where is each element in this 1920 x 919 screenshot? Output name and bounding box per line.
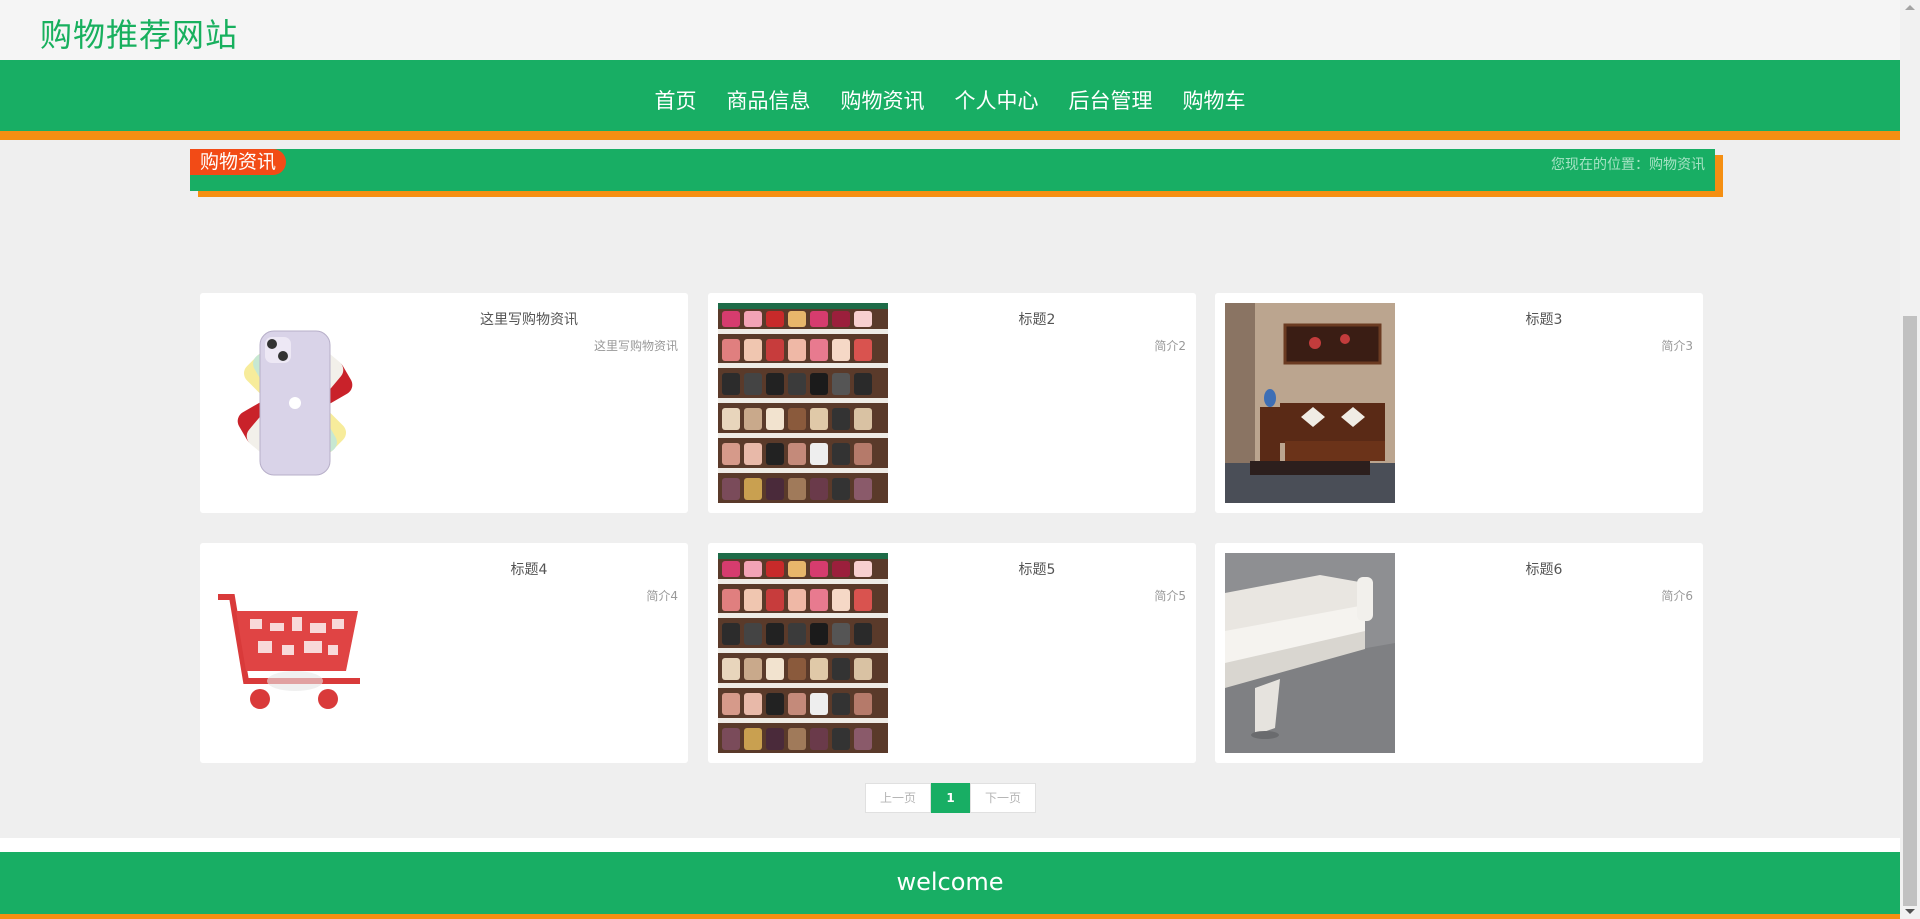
section-tag: 购物资讯 [190, 149, 287, 175]
scroll-up-icon[interactable] [1905, 5, 1915, 10]
shopping-cart-image[interactable] [210, 553, 380, 753]
next-page-button[interactable]: 下一页 [970, 783, 1037, 813]
news-title[interactable]: 标题6 [1395, 559, 1693, 579]
sofa-image[interactable] [1225, 553, 1395, 753]
nav-item-admin[interactable]: 后台管理 [1069, 85, 1153, 115]
pagination: 上一页 1 下一页 [865, 783, 1037, 813]
shoe-shelf-image[interactable] [718, 303, 888, 503]
news-desc: 简介3 [1661, 339, 1693, 353]
news-card-1[interactable]: 这里写购物资讯 这里写购物资讯 [200, 293, 688, 513]
nav-item-profile[interactable]: 个人中心 [955, 85, 1039, 115]
news-desc: 这里写购物资讯 [593, 339, 678, 353]
section-banner: 购物资讯 您现在的位置：购物资讯 [190, 149, 1715, 191]
breadcrumb: 您现在的位置：购物资讯 [1551, 157, 1705, 173]
scroll-thumb[interactable] [1903, 316, 1917, 906]
nav-item-news[interactable]: 购物资讯 [841, 85, 925, 115]
news-card-6[interactable]: 标题6 简介6 [1215, 543, 1703, 763]
news-title[interactable]: 这里写购物资讯 [380, 309, 678, 329]
footer: welcome [0, 838, 1900, 919]
prev-page-button[interactable]: 上一页 [865, 783, 932, 813]
site-title[interactable]: 购物推荐网站 [40, 10, 238, 56]
page-1-button[interactable]: 1 [931, 783, 971, 813]
shoe-shelf-image[interactable] [718, 553, 888, 753]
page-scrollbar[interactable] [1900, 0, 1920, 919]
news-card-4[interactable]: 标题4 简介4 [200, 543, 688, 763]
news-desc: 简介5 [1154, 589, 1186, 603]
news-desc: 简介2 [1154, 339, 1186, 353]
news-card-2[interactable]: 标题2 简介2 [708, 293, 1196, 513]
nav-item-home[interactable]: 首页 [655, 85, 697, 115]
iphone-image[interactable] [210, 303, 380, 503]
news-card-5[interactable]: 标题5 简介5 [708, 543, 1196, 763]
news-desc: 简介6 [1661, 589, 1693, 603]
nav-item-cart[interactable]: 购物车 [1183, 85, 1246, 115]
footer-bar: welcome [0, 852, 1900, 919]
news-title[interactable]: 标题5 [888, 559, 1186, 579]
site-header: 购物推荐网站 [0, 0, 1900, 60]
news-title[interactable]: 标题3 [1395, 309, 1693, 329]
footer-text: welcome [896, 868, 1004, 896]
news-title[interactable]: 标题4 [380, 559, 678, 579]
living-room-image[interactable] [1225, 303, 1395, 503]
nav-list: 首页 商品信息 购物资讯 个人中心 后台管理 购物车 [0, 60, 1900, 140]
scroll-down-icon[interactable] [1905, 909, 1915, 914]
main-nav: 首页 商品信息 购物资讯 个人中心 后台管理 购物车 [0, 60, 1900, 140]
news-card-3[interactable]: 标题3 简介3 [1215, 293, 1703, 513]
news-title[interactable]: 标题2 [888, 309, 1186, 329]
nav-item-products[interactable]: 商品信息 [727, 85, 811, 115]
news-desc: 简介4 [646, 589, 678, 603]
